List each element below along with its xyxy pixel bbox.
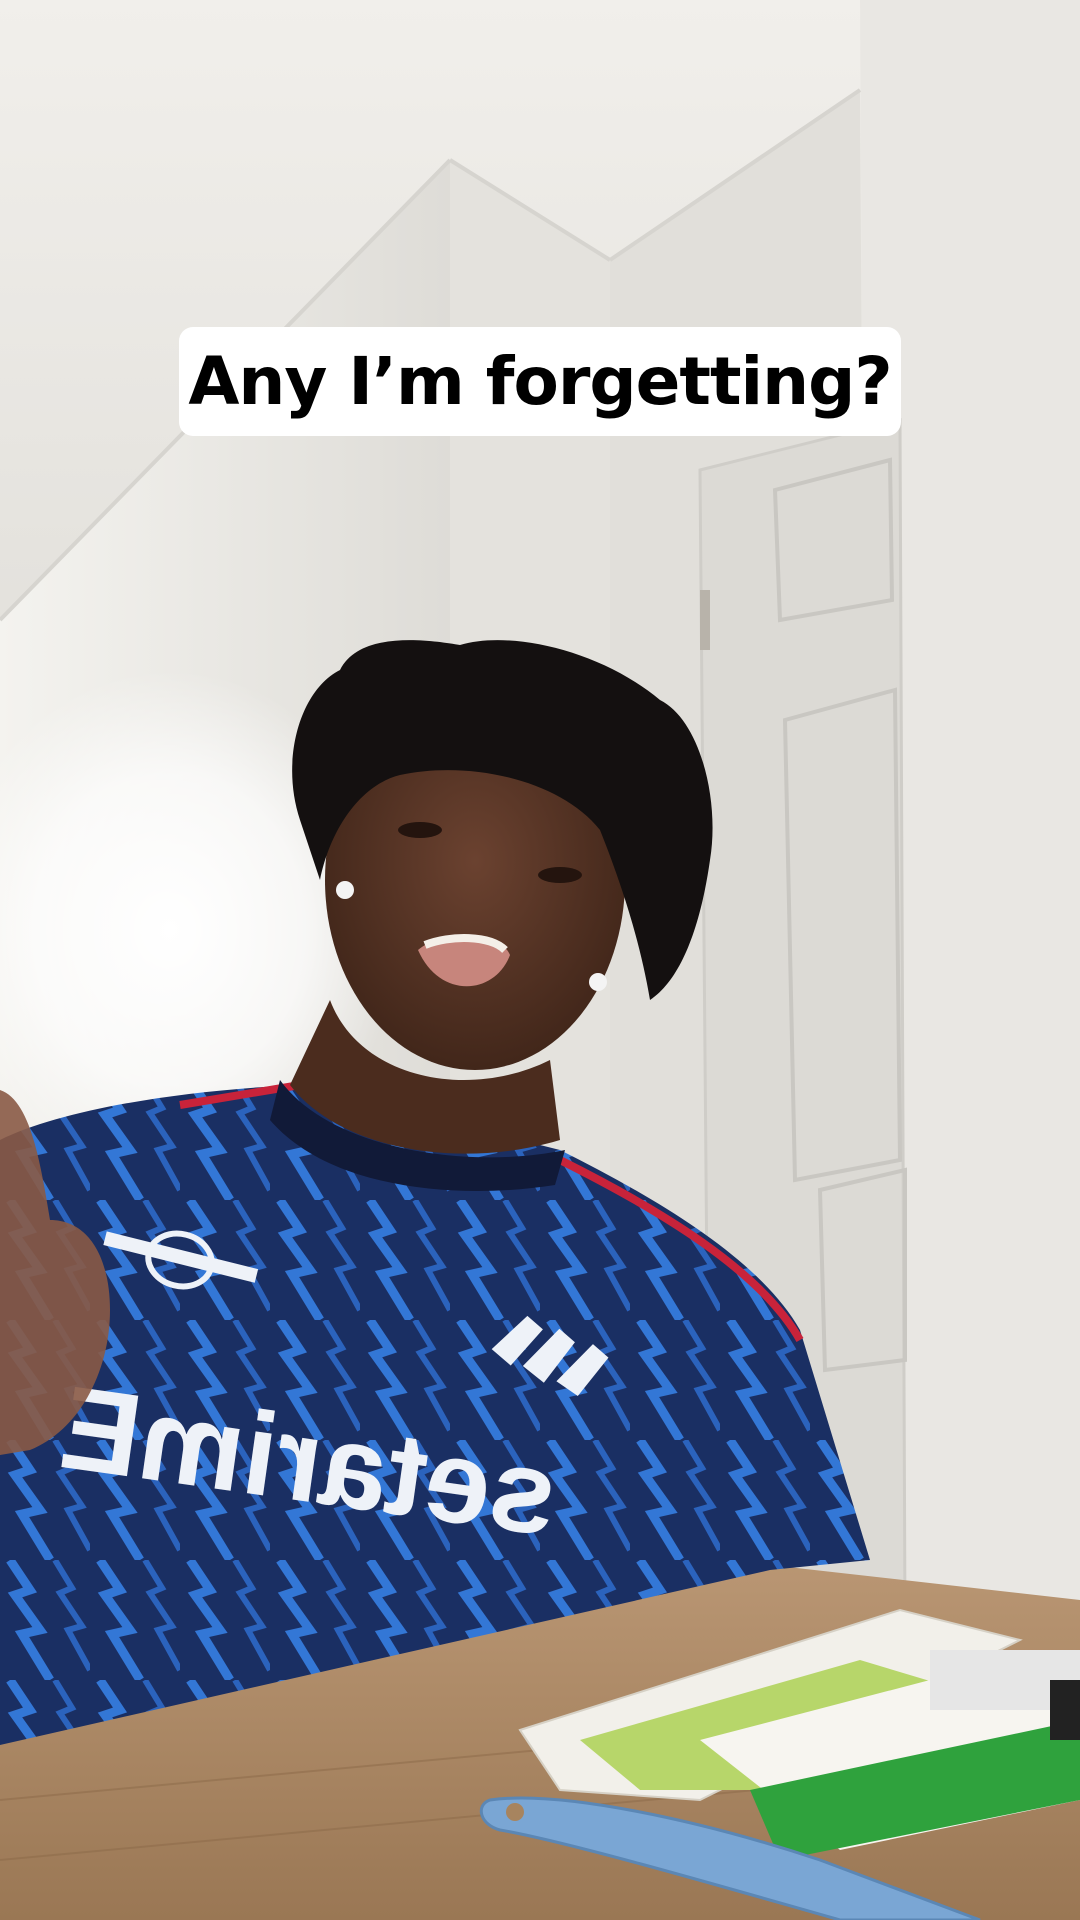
caption-text: Any I’m forgetting?: [188, 343, 892, 420]
caption-box: Any I’m forgetting?: [179, 327, 901, 436]
video-frame: setarimE Any I’m forgetting?: [0, 0, 1080, 1920]
earbud-right: [589, 973, 607, 991]
earbud-left: [336, 881, 354, 899]
video-still: setarimE: [0, 0, 1080, 1920]
